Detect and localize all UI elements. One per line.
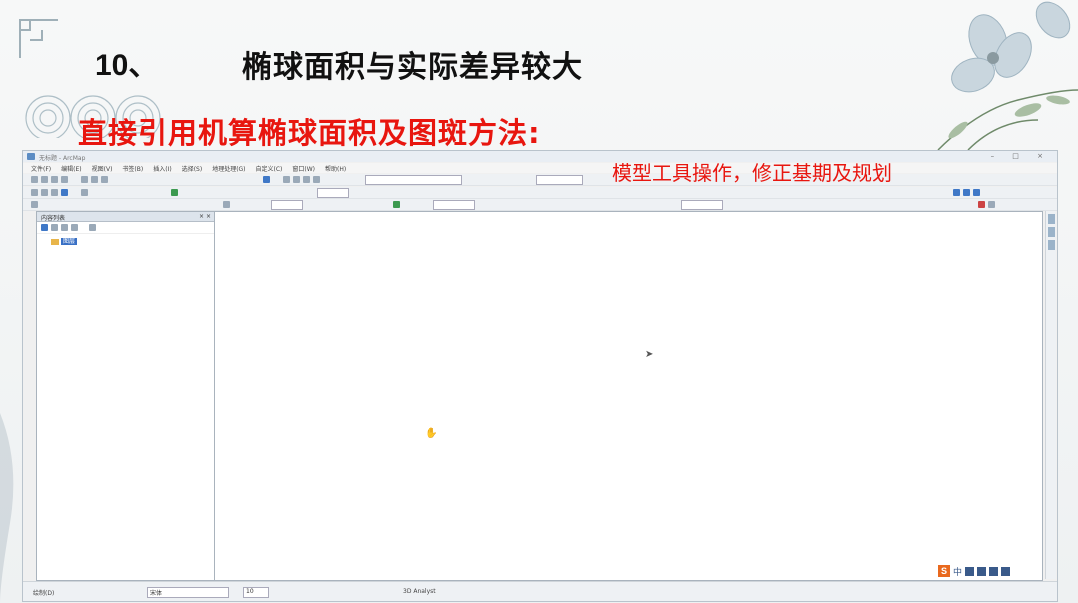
open-icon[interactable] — [41, 176, 48, 183]
tool-icon-i[interactable] — [223, 201, 230, 208]
copy-icon[interactable] — [91, 176, 98, 183]
pan-icon[interactable] — [51, 189, 58, 196]
search-tab-icon[interactable] — [1047, 227, 1055, 237]
toc-toolbar — [37, 222, 214, 234]
toc-options-icon[interactable] — [89, 224, 96, 231]
tool-icon-e[interactable] — [953, 189, 960, 196]
ime-tool-icon-4[interactable] — [1001, 566, 1011, 576]
zoom-out-icon[interactable] — [41, 189, 48, 196]
ime-tool-icon-1[interactable] — [965, 566, 975, 576]
table-of-contents: 内容列表 × × 图层 — [36, 211, 215, 581]
slide: 10、 椭球面积与实际差异较大 直接引用机算椭球面积及图斑方法: 无标题 - A… — [0, 0, 1078, 603]
layer-folder-icon — [51, 238, 59, 245]
scale-input[interactable] — [536, 175, 583, 185]
menu-bar: 文件(F) 编辑(E) 视图(V) 书签(B) 插入(I) 选择(S) 地理处理… — [23, 163, 1057, 173]
3d-analyst-menu[interactable]: 3D Analyst — [403, 588, 436, 595]
layout-view-icon[interactable] — [263, 176, 270, 183]
value-combo[interactable] — [681, 200, 723, 210]
tool-icon-j[interactable] — [978, 201, 985, 208]
toc-header: 内容列表 × × — [37, 212, 214, 222]
font-size-value: 10 — [246, 588, 254, 595]
toc-close-icon[interactable]: × × — [199, 213, 211, 220]
new-icon[interactable] — [31, 176, 38, 183]
ime-tool-icon-3[interactable] — [989, 566, 999, 576]
layer-item[interactable]: 图层 — [51, 236, 78, 245]
paste-icon[interactable] — [101, 176, 108, 183]
tool-icon-c[interactable] — [303, 176, 310, 183]
menu-geoprocessing[interactable]: 地理处理(G) — [212, 164, 245, 173]
map-canvas[interactable]: ➤ ✋ — [214, 211, 1043, 581]
full-extent-icon[interactable] — [61, 189, 68, 196]
identify-icon[interactable] — [171, 189, 178, 196]
tool-icon-h[interactable] — [31, 201, 38, 208]
menu-insert[interactable]: 插入(I) — [153, 164, 171, 173]
tool-icon-f[interactable] — [963, 189, 970, 196]
georef-combo[interactable] — [271, 200, 303, 210]
tool-icon-k[interactable] — [988, 201, 995, 208]
window-title: 无标题 - ArcMap — [39, 155, 86, 162]
layer-combo[interactable] — [433, 200, 475, 210]
sogou-ime-icon[interactable]: S — [938, 565, 950, 577]
layout-toolbar — [23, 199, 1057, 211]
tools-toolbar — [23, 187, 1057, 199]
ime-toolbar: S 中 — [938, 565, 1011, 578]
toc-title: 内容列表 — [41, 215, 66, 222]
list-by-visibility-icon[interactable] — [61, 224, 68, 231]
slide-subtitle: 直接引用机算椭球面积及图斑方法: — [78, 116, 541, 150]
font-size-combo[interactable]: 10 — [243, 587, 269, 598]
tool-icon-a[interactable] — [283, 176, 290, 183]
toolbar-combo[interactable] — [365, 175, 462, 185]
list-by-drawing-order-icon[interactable] — [41, 224, 48, 231]
window-titlebar: 无标题 - ArcMap – □ × — [23, 151, 1057, 162]
red-annotation: 模型工具操作，修正基期及规划 — [612, 161, 892, 185]
decorative-flower — [937, 1, 1078, 151]
globe-icon[interactable] — [393, 201, 400, 208]
decorative-brush-stroke — [0, 413, 14, 603]
layer-label[interactable]: 图层 — [61, 238, 78, 245]
zoom-in-icon[interactable] — [31, 189, 38, 196]
ime-mode-label[interactable]: 中 — [953, 565, 962, 578]
ime-tool-icon-2[interactable] — [977, 566, 987, 576]
tool-icon-g[interactable] — [973, 189, 980, 196]
menu-windows[interactable]: 窗口(W) — [292, 164, 315, 173]
tool-icon-b[interactable] — [293, 176, 300, 183]
arcmap-logo-icon — [27, 153, 35, 160]
tool-icon-d[interactable] — [313, 176, 320, 183]
toolbox-tab-icon[interactable] — [1047, 240, 1055, 250]
hand-cursor-icon: ✋ — [425, 428, 438, 439]
menu-file[interactable]: 文件(F) — [31, 164, 51, 173]
slide-number: 10、 — [95, 49, 159, 82]
font-value: 宋体 — [150, 590, 163, 597]
window-controls[interactable]: – □ × — [991, 152, 1051, 160]
right-dock-strip — [1045, 211, 1056, 579]
slide-title: 椭球面积与实际差异较大 — [242, 50, 583, 85]
catalog-tab-icon[interactable] — [1047, 214, 1055, 224]
standard-toolbar — [23, 174, 1057, 186]
menu-view[interactable]: 视图(V) — [92, 164, 113, 173]
menu-selection[interactable]: 选择(S) — [182, 164, 203, 173]
arcmap-window: 无标题 - ArcMap – □ × 文件(F) 编辑(E) 视图(V) 书签(… — [22, 150, 1058, 602]
menu-customize[interactable]: 自定义(C) — [256, 164, 283, 173]
print-icon[interactable] — [61, 176, 68, 183]
select-icon[interactable] — [81, 189, 88, 196]
menu-help[interactable]: 帮助(H) — [325, 164, 346, 173]
cut-icon[interactable] — [81, 176, 88, 183]
save-icon[interactable] — [51, 176, 58, 183]
list-by-source-icon[interactable] — [51, 224, 58, 231]
font-combo[interactable]: 宋体 — [147, 587, 229, 598]
list-by-selection-icon[interactable] — [71, 224, 78, 231]
drawing-menu[interactable]: 绘制(D) — [33, 588, 54, 597]
drawing-toolbar: 绘制(D) 宋体 10 3D Analyst — [23, 581, 1057, 601]
arrow-cursor-icon: ➤ — [645, 349, 654, 360]
menu-bookmarks[interactable]: 书签(B) — [122, 164, 143, 173]
menu-edit[interactable]: 编辑(E) — [61, 164, 81, 173]
editor-combo[interactable] — [317, 188, 349, 198]
